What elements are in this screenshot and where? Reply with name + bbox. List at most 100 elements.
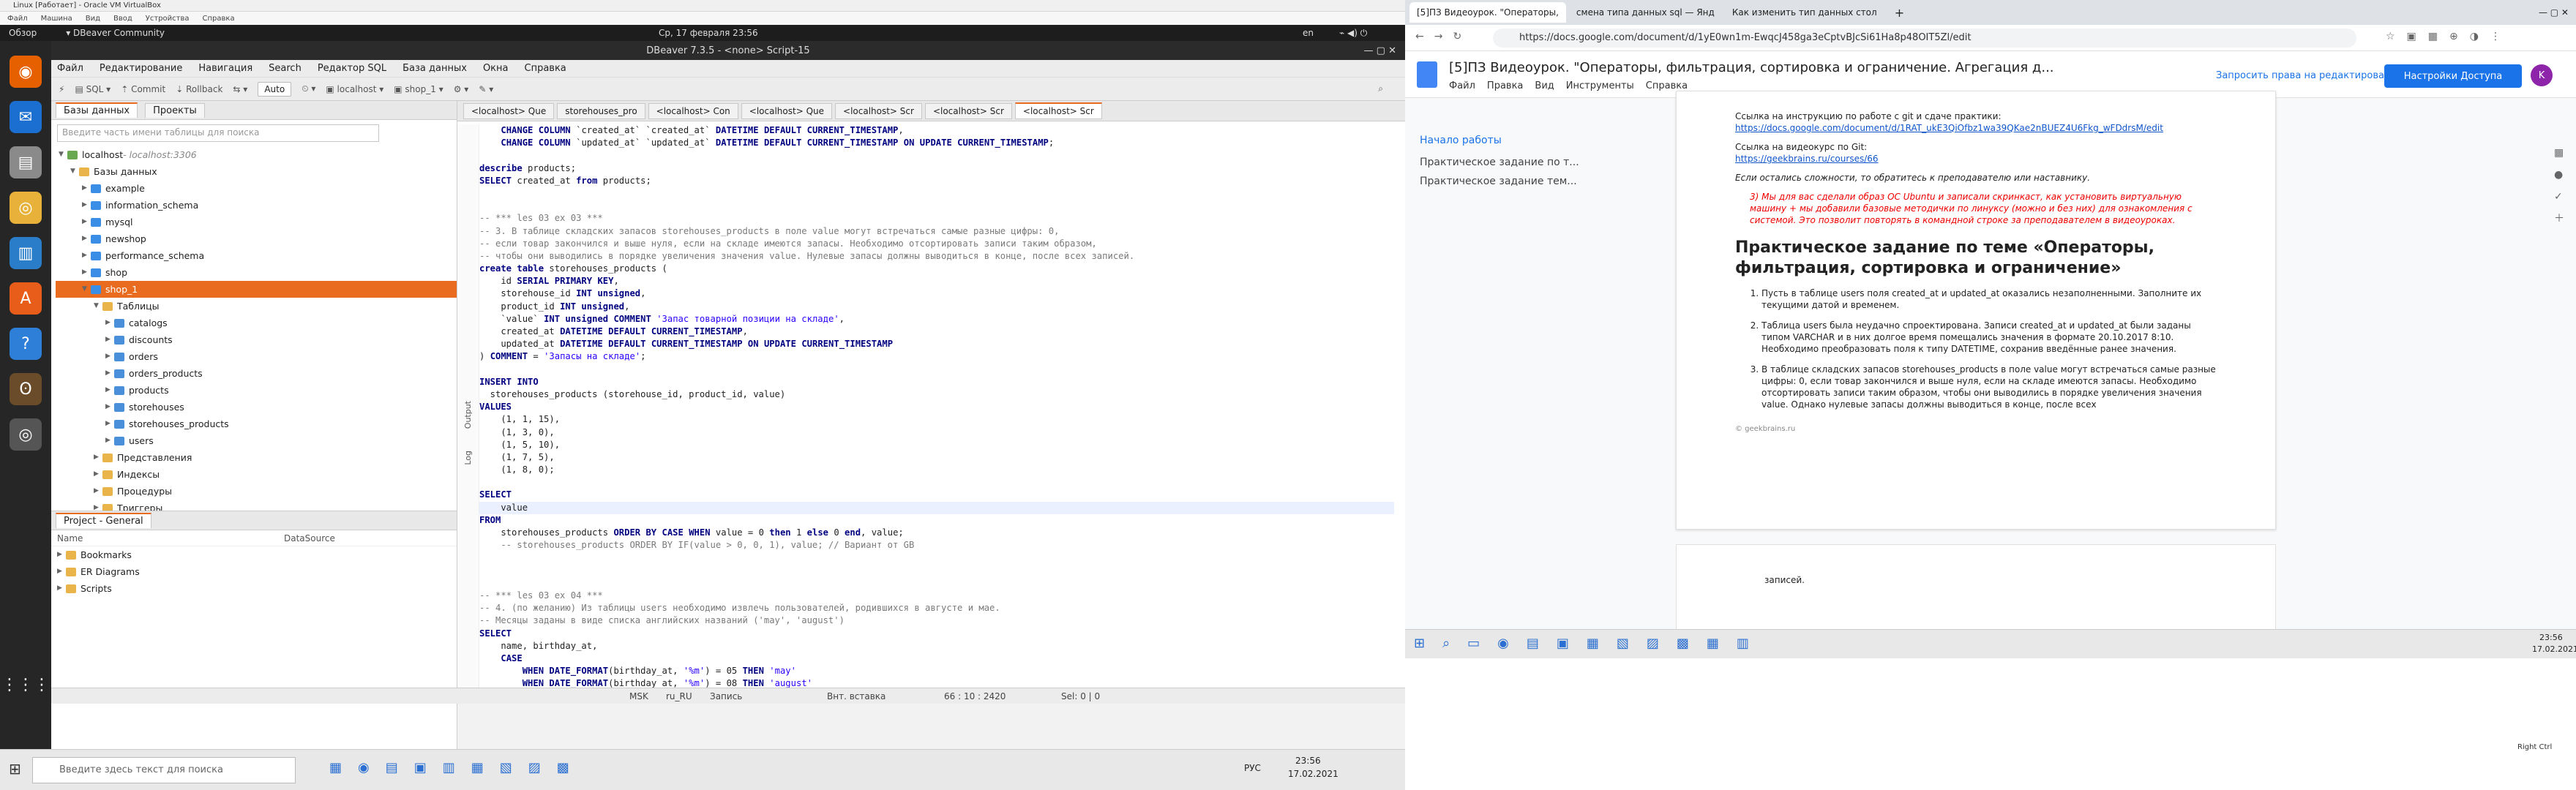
rhythmbox-icon[interactable]: ◎: [10, 192, 42, 224]
ubuntu-clock[interactable]: Ср, 17 февраля 23:56: [659, 28, 758, 38]
code-line[interactable]: [479, 577, 1394, 590]
code-line[interactable]: -- storehouses_products ORDER BY IF(valu…: [479, 539, 1394, 552]
code-line[interactable]: -- 3. В таблице складских запасов storeh…: [479, 225, 1394, 238]
sql-code[interactable]: CHANGE COLUMN `created_at` `created_at` …: [479, 124, 1394, 688]
tree-item[interactable]: ▶ Представления: [56, 449, 457, 466]
code-line[interactable]: storehouses_products ORDER BY CASE WHEN …: [479, 527, 1394, 539]
expand-arrow-icon[interactable]: ▼: [70, 163, 79, 180]
tab-projects[interactable]: Проекты: [145, 102, 205, 118]
code-line[interactable]: FROM: [479, 514, 1394, 527]
code-line[interactable]: INSERT INTO: [479, 376, 1394, 388]
chrome-tab-docs[interactable]: [5]ПЗ Видеоурок. "Операторы,: [1409, 2, 1566, 23]
url-input[interactable]: https://docs.google.com/document/d/1yE0w…: [1493, 29, 2356, 48]
expand-arrow-icon[interactable]: ▶: [82, 197, 91, 214]
code-line[interactable]: -- если товар закончился и выше нуля, ес…: [479, 238, 1394, 250]
taskbar-app-icons[interactable]: ▦◉▤▣▥▦▧▨▩: [329, 760, 585, 775]
code-line[interactable]: -- 4. (по желанию) Из таблицы users необ…: [479, 602, 1394, 614]
expand-arrow-icon[interactable]: ▶: [82, 247, 91, 264]
ubuntu-lang[interactable]: en: [1303, 28, 1314, 38]
editor-tab[interactable]: <localhost> Scr: [835, 102, 922, 119]
vbox-menu-machine[interactable]: Машина: [41, 15, 72, 23]
code-line[interactable]: [479, 200, 1394, 212]
taskbar-lang[interactable]: РУС: [1244, 763, 1261, 773]
share-button[interactable]: Настройки Доступа: [2384, 64, 2522, 88]
code-line[interactable]: storehouses_products (storehouse_id, pro…: [479, 388, 1394, 401]
editor-tab[interactable]: storehouses_pro: [557, 102, 645, 119]
expand-arrow-icon[interactable]: ▶: [82, 264, 91, 281]
code-line[interactable]: VALUES: [479, 401, 1394, 413]
code-line[interactable]: storehouse_id INT unsigned,: [479, 287, 1394, 300]
rollback-button[interactable]: ⇣ Rollback: [176, 84, 222, 94]
code-line[interactable]: id SERIAL PRIMARY KEY,: [479, 275, 1394, 287]
code-line[interactable]: created_at DATETIME DEFAULT CURRENT_TIME…: [479, 326, 1394, 338]
tree-item[interactable]: ▶ Индексы: [56, 466, 457, 483]
project-item[interactable]: ▶ Bookmarks: [51, 546, 457, 563]
tree-item[interactable]: ▶ Процедуры: [56, 483, 457, 500]
menu-window[interactable]: Окна: [483, 63, 509, 74]
dbeaver-icon[interactable]: ʘ: [10, 373, 42, 405]
code-line[interactable]: [479, 149, 1394, 162]
expand-arrow-icon[interactable]: ▶: [105, 331, 114, 348]
code-line[interactable]: `value` INT unsigned COMMENT 'Запас това…: [479, 313, 1394, 326]
code-line[interactable]: SELECT: [479, 628, 1394, 640]
tree-item[interactable]: ▼ shop_1: [56, 281, 457, 298]
edit-icon[interactable]: ✎ ▾: [479, 84, 493, 94]
editor-tab[interactable]: <localhost> Scr: [924, 102, 1012, 119]
chrome-tab-yandex[interactable]: смена типа данных sql — Янд: [1568, 2, 1722, 23]
expand-arrow-icon[interactable]: ▶: [105, 399, 114, 415]
taskbar-time[interactable]: 23:56: [1295, 756, 1321, 766]
activities-button[interactable]: Обзор: [9, 28, 37, 38]
code-line[interactable]: -- *** les 03 ex 03 ***: [479, 212, 1394, 225]
code-line[interactable]: (1, 8, 0);: [479, 464, 1394, 476]
tree-item[interactable]: ▼ localhost - localhost:3306: [56, 146, 457, 163]
tree-item[interactable]: ▶ example: [56, 180, 457, 197]
new-connection-icon[interactable]: ⚡: [59, 84, 64, 94]
code-line[interactable]: [479, 476, 1394, 489]
menu-navigate[interactable]: Навигация: [198, 63, 252, 74]
expand-arrow-icon[interactable]: ▶: [105, 432, 114, 449]
tree-item[interactable]: ▶ discounts: [56, 331, 457, 348]
code-line[interactable]: [479, 364, 1394, 376]
expand-arrow-icon[interactable]: ▶: [82, 180, 91, 197]
files-icon[interactable]: ▤: [10, 146, 42, 178]
commit-button[interactable]: ⇡ Commit: [121, 84, 165, 94]
taskbar-right-icons[interactable]: ⊞⌕▭◉▤▣▦▧▨▩▦▥: [1414, 636, 1767, 651]
tree-item[interactable]: ▶ newshop: [56, 230, 457, 247]
editor-tab[interactable]: <localhost> Que: [741, 102, 833, 119]
expand-arrow-icon[interactable]: ▶: [105, 348, 114, 365]
code-line[interactable]: create table storehouses_products (: [479, 263, 1394, 275]
code-line[interactable]: [479, 552, 1394, 564]
tree-item[interactable]: ▶ storehouses: [56, 399, 457, 415]
project-item[interactable]: ▶ Scripts: [51, 580, 457, 597]
expand-arrow-icon[interactable]: ▶: [94, 483, 102, 500]
menu-edit[interactable]: Редактирование: [100, 63, 182, 74]
tree-item[interactable]: ▶ orders: [56, 348, 457, 365]
outline-item[interactable]: Практическое задание тем...: [1420, 176, 1617, 187]
chrome-window-controls[interactable]: — ▢ ✕: [2539, 7, 2569, 18]
expand-arrow-icon[interactable]: ▶: [105, 382, 114, 399]
project-item[interactable]: ▶ ER Diagrams: [51, 563, 457, 580]
tree-item[interactable]: ▶ products: [56, 382, 457, 399]
dvd-icon[interactable]: ◎: [10, 418, 42, 451]
menu-file[interactable]: Файл: [57, 63, 83, 74]
system-tray-icons[interactable]: ⌁ ◀) ⏻: [1339, 28, 1367, 39]
transaction-icon[interactable]: ⇆ ▾: [233, 84, 247, 94]
firefox-icon[interactable]: ◉: [10, 56, 42, 88]
expand-arrow-icon[interactable]: ▶: [82, 214, 91, 230]
schema-select[interactable]: ▣ shop_1 ▾: [394, 84, 443, 94]
code-line[interactable]: -- чтобы они выводились в порядке увелич…: [479, 250, 1394, 263]
help-icon[interactable]: ?: [10, 328, 42, 360]
docs-menu-tools[interactable]: Инструменты: [1566, 80, 1634, 91]
search-icon[interactable]: ⌕: [1378, 83, 1383, 94]
tree-item[interactable]: ▶ storehouses_products: [56, 415, 457, 432]
code-line[interactable]: (1, 7, 5),: [479, 451, 1394, 464]
code-line[interactable]: value: [479, 501, 1394, 514]
expand-arrow-icon[interactable]: ▶: [105, 365, 114, 382]
tab-databases[interactable]: Базы данных: [56, 102, 138, 118]
docs-side-icons[interactable]: ▦ ● ✓ ＋: [2554, 142, 2564, 230]
doc-link[interactable]: https://docs.google.com/document/d/1RAT_…: [1735, 122, 2217, 134]
expand-arrow-icon[interactable]: ▶: [105, 415, 114, 432]
code-line[interactable]: -- Месяцы заданы в виде списка английски…: [479, 614, 1394, 627]
extension-icons[interactable]: ☆▣▦⊕◑⋮: [2386, 31, 2512, 42]
nav-buttons[interactable]: ←→↻: [1415, 31, 1472, 42]
